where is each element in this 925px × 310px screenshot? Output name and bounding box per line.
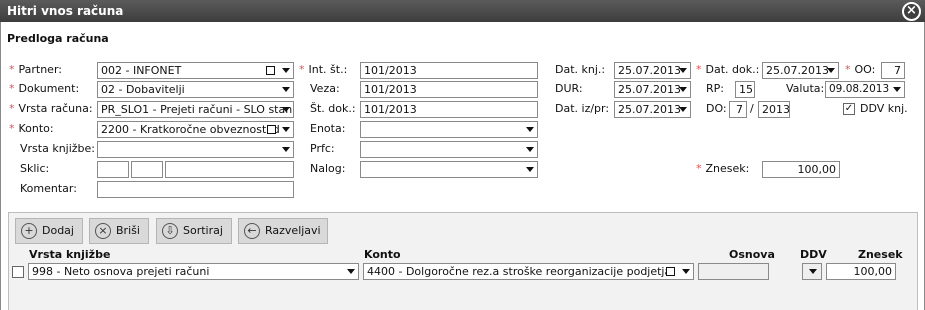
veza-input[interactable]: 101/2013 bbox=[360, 81, 538, 98]
znesek-input[interactable]: 100,00 bbox=[762, 161, 840, 178]
chevron-down-icon bbox=[282, 147, 290, 152]
do-year-input[interactable]: 2013 bbox=[758, 101, 790, 118]
sklic-part2-input[interactable] bbox=[165, 161, 294, 178]
chevron-down-icon bbox=[679, 107, 687, 112]
sort-button[interactable]: ⇩ Sortiraj bbox=[156, 218, 232, 244]
row-ddv-select[interactable] bbox=[802, 263, 822, 280]
chevron-down-icon bbox=[679, 68, 687, 73]
dur-datepicker[interactable]: 25.07.2013 bbox=[614, 81, 691, 98]
chevron-down-icon bbox=[282, 127, 290, 132]
komentar-input[interactable] bbox=[97, 181, 294, 198]
komentar-label: Komentar: bbox=[20, 182, 77, 195]
vrsta-racuna-label: * Vrsta računa: bbox=[9, 102, 93, 115]
dokument-label: * Dokument: bbox=[9, 82, 80, 95]
window-titlebar: Hitri vnos računa bbox=[0, 0, 925, 22]
dat-izpr-label: Dat. iz/pr: bbox=[555, 102, 610, 115]
chevron-down-icon bbox=[809, 269, 817, 274]
row-select-checkbox[interactable] bbox=[12, 266, 24, 278]
row-osnova-input[interactable] bbox=[698, 263, 769, 280]
window-title: Hitri vnos računa bbox=[7, 4, 124, 18]
chevron-down-icon bbox=[282, 68, 290, 73]
konto-label: * Konto: bbox=[9, 122, 54, 135]
znesek-label: * Znesek: bbox=[696, 162, 750, 175]
valuta-label: Valuta: bbox=[786, 82, 825, 95]
do-label: DO: bbox=[706, 102, 727, 115]
oo-label: * OO: bbox=[845, 63, 876, 76]
sklic-label: Sklic: bbox=[20, 162, 50, 175]
chevron-down-icon bbox=[893, 87, 901, 92]
dat-dok-label: * Dat. dok.: bbox=[696, 63, 760, 76]
chevron-down-icon bbox=[282, 107, 290, 112]
arrow-left-circle-icon: ← bbox=[244, 223, 260, 239]
do-separator: / bbox=[750, 102, 754, 115]
int-st-label: * Int. št.: bbox=[299, 63, 348, 76]
dat-knj-datepicker[interactable]: 25.07.2013 bbox=[614, 62, 691, 79]
row-znesek-input[interactable]: 100,00 bbox=[826, 263, 896, 280]
st-dok-input[interactable]: 101/2013 bbox=[360, 101, 538, 118]
plus-circle-icon: + bbox=[21, 223, 37, 239]
chevron-down-icon bbox=[827, 68, 835, 73]
prfc-label: Prfc: bbox=[310, 142, 335, 155]
prfc-select[interactable] bbox=[360, 141, 538, 158]
rp-input[interactable]: 15 bbox=[735, 81, 755, 98]
valuta-datepicker[interactable]: 09.08.2013 bbox=[825, 81, 905, 98]
column-header-vrsta: Vrsta knjižbe bbox=[29, 248, 111, 261]
sklic-part1-input[interactable] bbox=[131, 161, 163, 178]
chevron-down-icon bbox=[679, 87, 687, 92]
sklic-model-input[interactable] bbox=[97, 161, 129, 178]
dokument-select[interactable]: 02 - Dobavitelji bbox=[97, 81, 294, 98]
x-circle-icon: × bbox=[95, 223, 111, 239]
undo-button[interactable]: ← Razveljavi bbox=[238, 218, 328, 244]
sort-icon: ⇩ bbox=[162, 223, 178, 239]
partner-combobox[interactable]: 002 - INFONET bbox=[97, 62, 294, 79]
vrsta-knjizbe-select[interactable] bbox=[97, 141, 294, 158]
partner-label: * Partner: bbox=[9, 63, 62, 76]
enota-select[interactable] bbox=[360, 121, 538, 138]
column-header-konto: Konto bbox=[364, 248, 401, 261]
chevron-down-icon bbox=[526, 127, 534, 132]
section-title: Predloga računa bbox=[7, 32, 109, 45]
chevron-down-icon bbox=[682, 269, 690, 274]
ddv-knj-label: DDV knj. bbox=[860, 102, 908, 115]
column-header-osnova: Osnova bbox=[729, 248, 775, 261]
nalog-label: Nalog: bbox=[310, 162, 346, 175]
do-month-input[interactable]: 7 bbox=[729, 101, 747, 118]
rp-label: RP: bbox=[706, 82, 724, 95]
column-header-znesek: Znesek bbox=[858, 248, 903, 261]
row-konto-combobox[interactable]: 4400 - Dolgoročne rez.a stroške reorgani… bbox=[363, 263, 694, 280]
lookup-icon[interactable] bbox=[266, 66, 275, 75]
st-dok-label: Št. dok.: bbox=[310, 102, 356, 115]
column-header-ddv: DDV bbox=[800, 248, 827, 261]
ddv-knj-checkbox[interactable]: ✓ bbox=[843, 103, 855, 115]
row-vrsta-select[interactable]: 998 - Neto osnova prejeti računi bbox=[28, 263, 359, 280]
chevron-down-icon bbox=[526, 167, 534, 172]
dat-knj-label: Dat. knj.: bbox=[555, 63, 606, 76]
vrsta-knjizbe-label: Vrsta knjižbe: bbox=[20, 142, 96, 155]
dat-dok-datepicker[interactable]: 25.07.2013 bbox=[762, 62, 839, 79]
lookup-icon[interactable] bbox=[267, 125, 276, 134]
enota-label: Enota: bbox=[310, 122, 346, 135]
delete-button[interactable]: × Briši bbox=[89, 218, 149, 244]
veza-label: Veza: bbox=[310, 82, 340, 95]
oo-input[interactable]: 7 bbox=[881, 62, 905, 79]
vrsta-racuna-select[interactable]: PR_SLO1 - Prejeti računi - SLO stan bbox=[97, 101, 294, 118]
dat-izpr-datepicker[interactable]: 25.07.2013 bbox=[614, 101, 691, 118]
konto-combobox[interactable]: 2200 - Kratkoročne obveznosti d bbox=[97, 121, 294, 138]
int-st-input[interactable]: 101/2013 bbox=[360, 62, 538, 79]
add-button[interactable]: + Dodaj bbox=[15, 218, 83, 244]
chevron-down-icon bbox=[526, 147, 534, 152]
dur-label: DUR: bbox=[555, 82, 583, 95]
chevron-down-icon bbox=[282, 87, 290, 92]
close-icon[interactable]: × bbox=[902, 2, 921, 21]
chevron-down-icon bbox=[347, 269, 355, 274]
lookup-icon[interactable] bbox=[666, 267, 675, 276]
nalog-select[interactable] bbox=[360, 161, 538, 178]
